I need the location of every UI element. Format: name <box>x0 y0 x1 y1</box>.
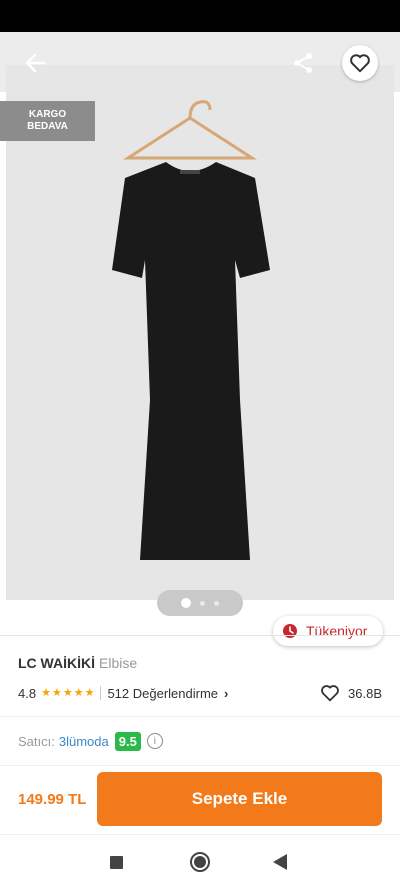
badge-line-2: BEDAVA <box>27 121 68 132</box>
seller-prefix: Satıcı: <box>18 733 55 749</box>
stock-badge: Tükeniyor <box>273 616 383 646</box>
star-icon: ★ <box>41 686 51 699</box>
divider <box>0 716 400 717</box>
pager-dot[interactable] <box>200 600 205 606</box>
dress-label <box>180 170 200 174</box>
product-price: 149.99 TL <box>18 791 87 808</box>
badge-line-1: KARGO <box>28 109 67 120</box>
star-icon: ★ <box>51 686 62 699</box>
chevron-right-icon: › <box>224 685 229 701</box>
rating-value: 4.8 <box>18 685 37 701</box>
heart-icon <box>321 685 339 702</box>
divider <box>0 765 400 766</box>
image-pager[interactable] <box>157 590 243 616</box>
favorite-button[interactable] <box>342 45 378 81</box>
share-button[interactable] <box>286 46 320 80</box>
likes-button[interactable]: 36.8B <box>320 682 382 704</box>
dress-image <box>112 100 270 560</box>
nav-back-icon[interactable] <box>273 854 287 870</box>
product-category: Elbise <box>99 655 138 671</box>
divider <box>0 635 400 636</box>
info-icon[interactable]: i <box>146 733 163 749</box>
add-to-cart-button[interactable]: Sepete Ekle <box>97 772 382 826</box>
separator <box>100 686 102 700</box>
product-title: LC WAİKİKİ Elbise <box>18 655 137 671</box>
star-icon: ★ <box>73 686 84 699</box>
seller-row: Satıcı: 3lümoda 9.5 i <box>18 730 163 752</box>
pager-dot[interactable] <box>181 598 191 608</box>
rating-stars: ★ ★ ★ ★ ★ <box>41 686 95 699</box>
hanger-bar <box>122 116 258 160</box>
star-icon: ★ <box>62 686 73 699</box>
stock-label: Tükeniyor <box>306 623 368 639</box>
product-gallery[interactable]: KARGO BEDAVA <box>0 32 400 632</box>
reviews-count: 512 Değerlendirme <box>107 685 219 701</box>
seller-name[interactable]: 3lümoda <box>59 734 109 749</box>
seller-score: 9.5 <box>114 731 141 751</box>
star-icon: ★ <box>84 686 95 699</box>
heart-icon <box>350 54 370 73</box>
brand-name[interactable]: LC WAİKİKİ <box>18 655 95 671</box>
system-nav-bar <box>0 835 400 888</box>
dress-shape <box>112 162 270 560</box>
likes-count: 36.8B <box>348 685 382 701</box>
hanger-hook <box>188 100 212 119</box>
back-arrow-icon <box>25 53 46 73</box>
nav-home-icon[interactable] <box>190 852 210 872</box>
back-button[interactable] <box>18 48 52 78</box>
pager-dot[interactable] <box>214 600 219 606</box>
reviews-link[interactable]: 512 Değerlendirme › <box>107 686 228 701</box>
status-bar <box>0 0 400 32</box>
rating-row: 4.8 ★ ★ ★ ★ ★ 512 Değerlendirme › 36.8B <box>18 682 382 704</box>
free-shipping-badge: KARGO BEDAVA <box>0 101 95 141</box>
share-icon <box>294 53 312 73</box>
nav-square-icon[interactable] <box>110 856 123 869</box>
